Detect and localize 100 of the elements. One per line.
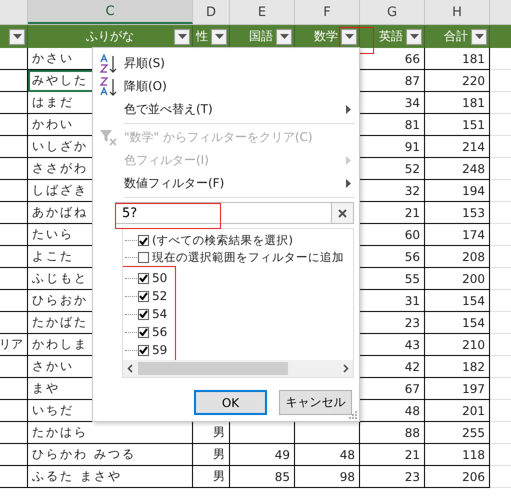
table-cell: 174: [425, 224, 490, 246]
dropdown-arrow-icon: [280, 34, 288, 39]
header-label: 数学: [314, 28, 338, 45]
cancel-button[interactable]: キャンセル: [279, 390, 352, 415]
column-header[interactable]: D: [193, 0, 230, 24]
clear-button[interactable]: [332, 202, 354, 224]
table-cell: 197: [425, 378, 490, 400]
header-label: 性: [196, 28, 208, 45]
header-label: ふりがな: [86, 28, 134, 45]
table-cell: 154: [425, 312, 490, 334]
dropdown-arrow-icon: [344, 34, 354, 39]
column-header[interactable]: G: [360, 0, 425, 24]
table-cell: [0, 48, 28, 70]
table-cell: 男: [193, 466, 230, 488]
column-header[interactable]: C: [28, 0, 193, 24]
check-icon: [139, 328, 148, 336]
column-header[interactable]: H: [425, 0, 490, 24]
header-label: 国語: [249, 28, 273, 45]
table-cell: [0, 312, 28, 334]
table-cell: 21: [360, 444, 425, 466]
filter-button[interactable]: [211, 28, 227, 44]
table-cell: 49: [230, 444, 295, 466]
dropdown-arrow-icon: [474, 34, 484, 39]
checkbox[interactable]: [138, 326, 149, 338]
table-cell: [0, 202, 28, 224]
dropdown-arrow-icon: [178, 34, 186, 39]
table-cell: [0, 400, 28, 422]
header-label: 合計: [444, 28, 468, 45]
table-cell: [0, 136, 28, 158]
table-cell: 98: [295, 466, 360, 488]
table-cell: 220: [425, 70, 490, 92]
table-cell: リア: [0, 334, 28, 356]
table-cell: 48: [295, 444, 360, 466]
column-header[interactable]: E: [230, 0, 295, 24]
filter-button[interactable]: [9, 28, 25, 44]
table-cell: 88: [360, 422, 425, 444]
scrollbar-thumb[interactable]: [138, 362, 288, 375]
table-cell: 248: [425, 158, 490, 180]
column-header[interactable]: F: [295, 0, 360, 24]
table-cell: 118: [425, 444, 490, 466]
check-icon: [139, 292, 148, 300]
table-cell: [0, 114, 28, 136]
close-icon: [338, 208, 347, 218]
sort-descending-icon: [98, 76, 118, 96]
table-cell: [0, 92, 28, 114]
table-cell: 151: [425, 114, 490, 136]
submenu-arrow-icon: [346, 179, 351, 188]
checkbox[interactable]: [138, 290, 149, 302]
table-cell: ふるた まさや: [28, 466, 193, 488]
dropdown-arrow-icon: [12, 34, 22, 39]
sort-ascending-icon: [98, 54, 118, 74]
table-cell: 208: [425, 246, 490, 268]
table-cell: 200: [425, 268, 490, 290]
filter-button[interactable]: [276, 28, 292, 44]
dropdown-arrow-icon: [214, 34, 224, 39]
list-item-label[interactable]: 59: [152, 343, 168, 357]
table-cell: 210: [425, 334, 490, 356]
table-cell: 194: [425, 180, 490, 202]
table-cell: 23: [360, 466, 425, 488]
horizontal-scrollbar[interactable]: [123, 360, 353, 377]
search-field[interactable]: 5?: [115, 202, 332, 224]
table-cell: [0, 268, 28, 290]
ok-button[interactable]: OK: [194, 390, 267, 415]
filter-button[interactable]: [174, 28, 190, 44]
table-cell: [0, 466, 28, 488]
table-cell: 154: [425, 290, 490, 312]
chevron-left-icon: [127, 364, 133, 373]
submenu-arrow-icon: [346, 105, 351, 114]
header-label: 英語: [379, 28, 403, 45]
table-cell: 85: [230, 466, 295, 488]
filter-button[interactable]: [471, 28, 487, 44]
table-cell: [0, 422, 28, 444]
table-cell: 153: [425, 202, 490, 224]
checkbox[interactable]: [138, 344, 149, 356]
table-cell: 214: [425, 136, 490, 158]
check-icon: [139, 310, 148, 318]
checkbox[interactable]: [138, 235, 149, 246]
resize-grip-icon: [349, 411, 357, 419]
checkbox[interactable]: [138, 272, 149, 284]
table-cell: 206: [425, 466, 490, 488]
table-cell: 男: [193, 444, 230, 466]
filter-button[interactable]: [406, 28, 422, 44]
table-cell: [0, 158, 28, 180]
checkbox[interactable]: [138, 308, 149, 320]
table-cell: 181: [425, 92, 490, 114]
list-item-label[interactable]: 50: [152, 271, 168, 285]
list-item-label[interactable]: 52: [152, 289, 168, 303]
filter-button[interactable]: [341, 28, 357, 44]
checkbox[interactable]: [138, 252, 149, 263]
table-cell: 181: [425, 48, 490, 70]
table-cell: [0, 70, 28, 92]
table-cell: [0, 378, 28, 400]
table-cell: [0, 356, 28, 378]
check-icon: [139, 274, 148, 282]
table-cell: [0, 290, 28, 312]
table-cell: [0, 246, 28, 268]
dropdown-arrow-icon: [410, 34, 418, 39]
table-cell: [0, 224, 28, 246]
check-icon: [139, 236, 148, 244]
submenu-arrow-icon: [346, 156, 351, 165]
